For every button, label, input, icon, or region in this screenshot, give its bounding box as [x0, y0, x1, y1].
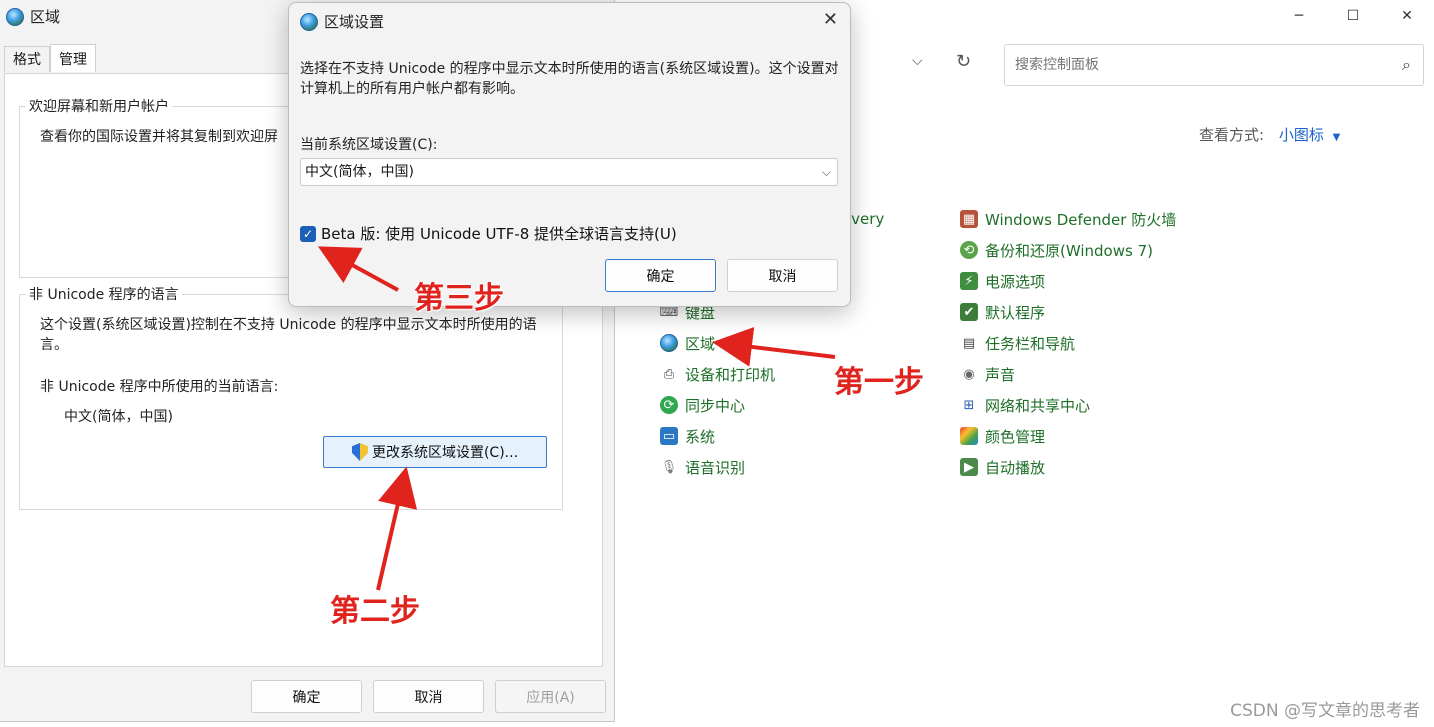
cp-item-label: 颜色管理: [985, 427, 1046, 446]
cp-item-label: 备份和还原(Windows 7): [985, 241, 1153, 260]
locale-ok-button[interactable]: 确定: [605, 259, 716, 292]
locale-description: 选择在不支持 Unicode 的程序中显示文本时所使用的语言(系统区域设置)。这…: [300, 61, 839, 97]
view-by: 查看方式: 小图标 ▼: [1199, 124, 1340, 145]
cp-item-speech[interactable]: 🎙 语音识别: [660, 455, 745, 479]
cp-item-label: Windows Defender 防火墙: [985, 210, 1177, 229]
step3-label: 第三步: [414, 281, 504, 316]
cp-item-power[interactable]: ⚡ 电源选项: [960, 269, 1045, 293]
current-language-label: 非 Unicode 程序中所使用的当前语言:: [40, 379, 279, 395]
cp-item-label: 任务栏和导航: [985, 334, 1076, 353]
default-programs-icon: ✔: [960, 303, 978, 321]
maximize-icon[interactable]: ☐: [1326, 0, 1380, 32]
search-box[interactable]: ⌕: [1004, 44, 1424, 86]
window-caption-buttons: ─ ☐ ✕: [1272, 0, 1434, 32]
current-language-value: 中文(简体，中国): [64, 409, 173, 425]
computer-icon: ▭: [660, 427, 678, 445]
refresh-icon[interactable]: ↻: [956, 51, 971, 72]
change-system-locale-label: 更改系统区域设置(C)...: [371, 445, 519, 461]
beta-utf8-option[interactable]: ✓ Beta 版: 使用 Unicode UTF-8 提供全球语言支持(U): [300, 223, 677, 244]
beta-utf8-checkbox[interactable]: ✓: [300, 225, 316, 242]
cp-item-backup[interactable]: ⟲ 备份和还原(Windows 7): [960, 238, 1153, 262]
welcome-group-title: 欢迎屏幕和新用户帐户: [26, 96, 172, 116]
caret-down-icon[interactable]: ▼: [1333, 132, 1341, 143]
beta-utf8-label: Beta 版: 使用 Unicode UTF-8 提供全球语言支持(U): [321, 225, 677, 243]
cp-item-color-management[interactable]: 颜色管理: [960, 424, 1045, 448]
csdn-watermark: CSDN @写文章的思考者: [1230, 701, 1420, 721]
cp-item-network[interactable]: ⊞ 网络和共享中心: [960, 393, 1090, 417]
cp-item-label: 声音: [985, 365, 1016, 384]
system-locale-select[interactable]: 中文(简体，中国) ⌵: [300, 158, 838, 186]
locale-cancel-button[interactable]: 取消: [727, 259, 838, 292]
region-ok-button[interactable]: 确定: [251, 680, 362, 713]
locale-dialog-title: 区域设置: [300, 11, 384, 32]
cp-item-label: 区域: [685, 334, 716, 353]
system-locale-value: 中文(简体，中国): [305, 164, 414, 180]
speaker-icon: ◉: [963, 366, 975, 382]
view-by-label: 查看方式:: [1199, 126, 1265, 144]
cp-item-label: 系统: [685, 427, 716, 446]
cp-item-label: 电源选项: [985, 272, 1046, 291]
cp-item-label: 同步中心: [685, 396, 746, 415]
tab-formats[interactable]: 格式: [4, 46, 50, 72]
nonunicode-group: 非 Unicode 程序的语言 这个设置(系统区域设置)控制在不支持 Unico…: [19, 284, 563, 510]
nonunicode-description: 这个设置(系统区域设置)控制在不支持 Unicode 的程序中显示文本时所使用的…: [40, 317, 537, 353]
welcome-text: 查看你的国际设置并将其复制到欢迎屏: [40, 129, 278, 145]
globe-icon: [6, 7, 24, 26]
step1-label: 第一步: [834, 365, 924, 400]
view-by-dropdown[interactable]: 小图标: [1279, 126, 1324, 144]
locale-settings-dialog: 区域设置 ✕ 选择在不支持 Unicode 的程序中显示文本时所使用的语言(系统…: [288, 2, 851, 307]
region-dialog-title-text: 区域: [30, 8, 61, 26]
cp-item-autoplay[interactable]: ▶ 自动播放: [960, 455, 1045, 479]
current-locale-label: 当前系统区域设置(C):: [300, 137, 438, 153]
search-input[interactable]: [1005, 45, 1365, 85]
backup-icon: ⟲: [960, 241, 978, 259]
region-apply-button[interactable]: 应用(A): [495, 680, 606, 713]
chevron-down-icon[interactable]: ⌵: [912, 53, 923, 69]
cp-item-taskbar[interactable]: ▤ 任务栏和导航: [960, 331, 1075, 355]
cp-item-label: 自动播放: [985, 458, 1046, 477]
region-cancel-button[interactable]: 取消: [373, 680, 484, 713]
sync-icon: ⟳: [660, 396, 678, 414]
microphone-icon: 🎙: [660, 459, 678, 475]
cp-item-label: 设备和打印机: [685, 365, 776, 384]
cp-item-system[interactable]: ▭ 系统: [660, 424, 715, 448]
address-bar-controls: ⌵ ↻: [852, 45, 992, 85]
close-icon[interactable]: ✕: [1380, 0, 1434, 32]
cp-item-devices-printers[interactable]: ⎙ 设备和打印机: [660, 362, 775, 386]
printer-icon: ⎙: [663, 366, 675, 382]
cp-item-firewall[interactable]: ▦ Windows Defender 防火墙: [960, 207, 1176, 231]
close-icon[interactable]: ✕: [823, 9, 838, 30]
cp-item-default-programs[interactable]: ✔ 默认程序: [960, 300, 1045, 324]
cp-item-region[interactable]: 区域: [660, 331, 715, 355]
step2-label: 第二步: [330, 594, 420, 629]
cp-item-sync-center[interactable]: ⟳ 同步中心: [660, 393, 745, 417]
tab-administrative[interactable]: 管理: [50, 44, 96, 72]
cp-item-sound[interactable]: ◉ 声音: [960, 362, 1015, 386]
cp-item-label: 网络和共享中心: [985, 396, 1091, 415]
locale-dialog-title-text: 区域设置: [324, 13, 385, 31]
cp-item-label: 语音识别: [685, 458, 746, 477]
change-system-locale-button[interactable]: 更改系统区域设置(C)...: [323, 436, 547, 468]
autoplay-icon: ▶: [960, 458, 978, 476]
region-tabs: 格式 管理: [4, 44, 96, 72]
color-management-icon: [960, 427, 978, 445]
network-icon: ⊞: [963, 397, 975, 413]
globe-icon: [660, 334, 678, 352]
chevron-down-icon: ⌵: [821, 165, 831, 179]
cp-item-label: 默认程序: [985, 303, 1046, 322]
region-dialog-title: 区域: [6, 6, 60, 27]
firewall-icon: ▦: [960, 210, 978, 228]
nonunicode-group-title: 非 Unicode 程序的语言: [26, 284, 182, 304]
minimize-icon[interactable]: ─: [1272, 0, 1326, 32]
power-icon: ⚡: [960, 272, 978, 290]
uac-shield-icon: [351, 443, 368, 461]
search-icon[interactable]: ⌕: [1402, 55, 1411, 75]
taskbar-icon: ▤: [962, 335, 976, 351]
globe-icon: [300, 12, 318, 31]
